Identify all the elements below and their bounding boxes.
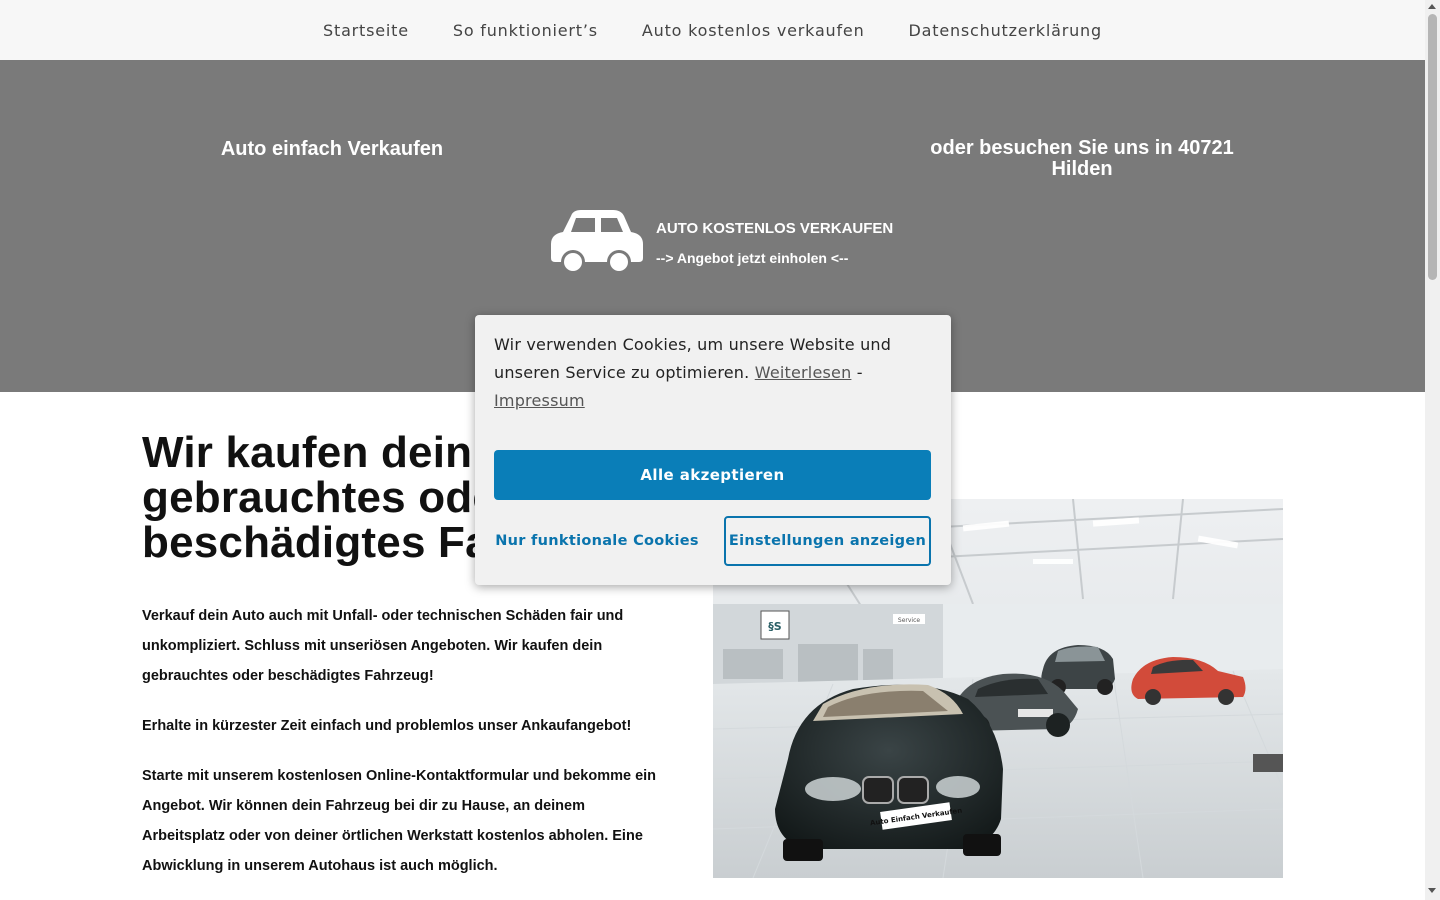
- intro-paragraph: Verkauf dein Auto auch mit Unfall- oder …: [142, 608, 624, 684]
- process-paragraph: Starte mit unserem kostenlosen Online-Ko…: [142, 768, 657, 874]
- hero-cta-link[interactable]: --> Angebot jetzt einholen <--: [656, 250, 848, 266]
- cookie-settings-button[interactable]: Einstellungen anzeigen: [724, 516, 931, 566]
- service-sign: Service: [898, 617, 920, 624]
- scroll-down-arrow-icon[interactable]: [1428, 888, 1436, 893]
- scroll-up-arrow-icon[interactable]: [1428, 4, 1436, 9]
- nav-item-startseite[interactable]: Startseite: [301, 21, 431, 40]
- nav-item-datenschutz[interactable]: Datenschutzerklärung: [887, 21, 1124, 40]
- scrollbar-thumb[interactable]: [1428, 14, 1437, 280]
- cookie-message: Wir verwenden Cookies, um unsere Website…: [494, 331, 934, 415]
- nav-item-auto-kostenlos-verkaufen[interactable]: Auto kostenlos verkaufen: [620, 21, 887, 40]
- offer-paragraph: Erhalte in kürzester Zeit einfach und pr…: [142, 718, 632, 734]
- cookie-imprint-link[interactable]: Impressum: [494, 391, 585, 410]
- cookie-banner: Wir verwenden Cookies, um unsere Website…: [475, 315, 951, 585]
- hero-cta-title[interactable]: AUTO KOSTENLOS VERKAUFEN: [656, 220, 893, 237]
- page-scrollbar[interactable]: [1425, 0, 1440, 900]
- hero-left-heading: Auto einfach Verkaufen: [220, 138, 444, 160]
- nav-item-so-funktionierts[interactable]: So funktioniert’s: [431, 21, 620, 40]
- svg-text:§S: §S: [768, 620, 782, 633]
- functional-cookies-button[interactable]: Nur funktionale Cookies: [494, 516, 700, 566]
- car-icon[interactable]: [551, 210, 643, 276]
- hero-right-heading: oder besuchen Sie uns in 40721 Hilden: [930, 137, 1234, 180]
- cookie-separator: -: [856, 363, 863, 382]
- cookie-read-more-link[interactable]: Weiterlesen: [755, 363, 852, 382]
- top-navigation: Startseite So funktioniert’s Auto kosten…: [0, 0, 1425, 60]
- accept-all-cookies-button[interactable]: Alle akzeptieren: [494, 450, 931, 500]
